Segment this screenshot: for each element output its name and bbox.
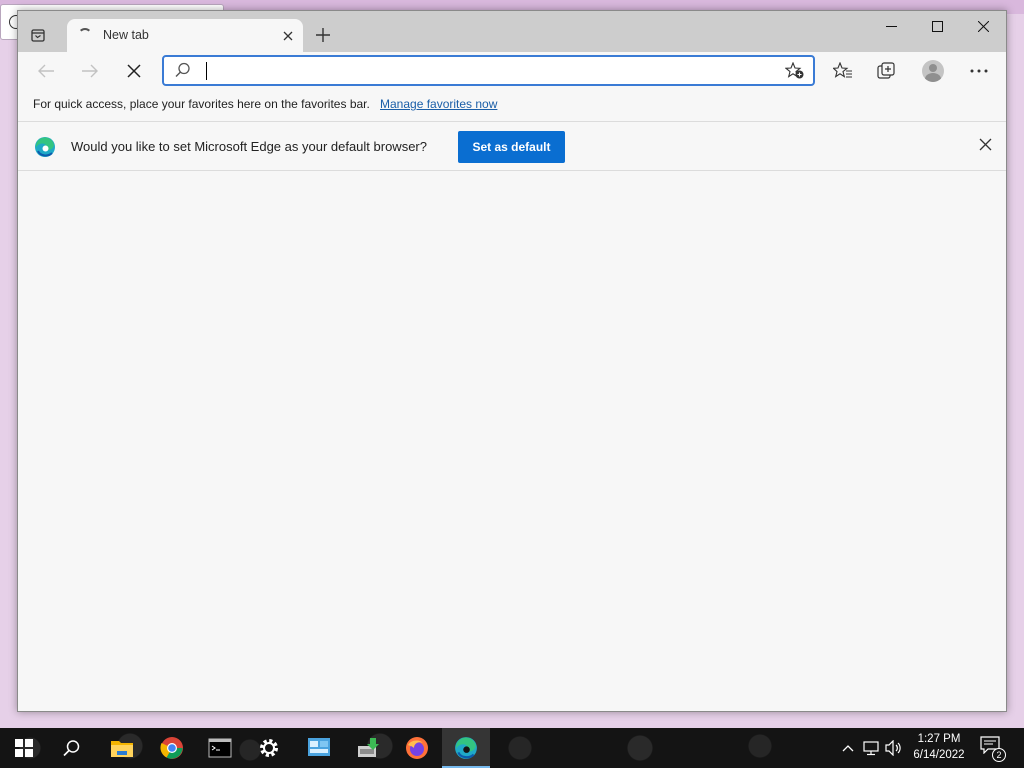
taskbar-control-panel[interactable] <box>295 728 343 768</box>
tab-strip: New tab <box>18 11 1006 52</box>
taskbar: 1:27 PM 6/14/2022 2 <box>0 728 1024 768</box>
text-caret <box>206 62 207 80</box>
file-explorer-icon <box>111 741 133 757</box>
set-as-default-button[interactable]: Set as default <box>458 131 565 163</box>
action-center-button[interactable]: 2 <box>980 736 1006 762</box>
taskbar-firefox[interactable] <box>393 728 441 768</box>
edge-logo-icon <box>34 136 56 163</box>
clock-date: 6/14/2022 <box>913 749 965 761</box>
installer-icon <box>358 738 379 757</box>
stop-loading-button[interactable] <box>120 58 148 84</box>
window-controls <box>868 11 1006 41</box>
address-bar[interactable] <box>162 55 815 86</box>
new-tab-button[interactable] <box>312 24 334 46</box>
tab-actions-icon[interactable] <box>28 25 48 45</box>
back-button[interactable] <box>32 58 60 84</box>
profile-avatar[interactable] <box>920 58 946 84</box>
notification-count-badge: 2 <box>992 748 1006 762</box>
clock-time: 1:27 PM <box>917 733 961 745</box>
taskbar-chrome[interactable] <box>148 728 196 768</box>
taskbar-edge[interactable] <box>442 728 490 768</box>
forward-button[interactable] <box>76 58 104 84</box>
firefox-icon <box>406 737 428 759</box>
edge-icon <box>455 737 477 759</box>
taskbar-installer[interactable] <box>344 728 392 768</box>
close-window-button[interactable] <box>960 11 1006 41</box>
volume-icon[interactable] <box>884 738 904 758</box>
default-browser-infobar: Would you like to set Microsoft Edge as … <box>18 121 1006 171</box>
manage-favorites-link[interactable]: Manage favorites now <box>380 97 497 111</box>
add-favorite-icon[interactable] <box>784 61 805 85</box>
favorites-bar: For quick access, place your favorites h… <box>18 90 1006 121</box>
search-icon <box>175 62 191 83</box>
close-tab-icon[interactable] <box>279 27 297 45</box>
page-content[interactable] <box>18 172 1006 711</box>
maximize-button[interactable] <box>914 11 960 41</box>
loading-spinner-icon <box>78 28 92 42</box>
show-hidden-icons[interactable] <box>838 738 858 758</box>
taskbar-settings[interactable] <box>245 728 293 768</box>
avatar <box>922 60 944 82</box>
address-input[interactable] <box>204 60 764 81</box>
browser-window: New tab For quick access, place your fav… <box>17 10 1007 712</box>
chrome-icon <box>160 737 183 759</box>
taskbar-terminal[interactable] <box>196 728 244 768</box>
close-infobar-icon[interactable] <box>979 138 992 156</box>
control-panel-icon <box>308 738 330 756</box>
start-icon <box>15 739 33 757</box>
settings-more-icon[interactable] <box>966 58 992 84</box>
search-icon <box>63 740 80 757</box>
infobar-prompt: Would you like to set Microsoft Edge as … <box>71 139 427 154</box>
taskbar-search-button[interactable] <box>48 728 96 768</box>
favorites-icon[interactable] <box>830 58 856 84</box>
favorites-bar-message: For quick access, place your favorites h… <box>33 97 370 111</box>
taskbar-clock[interactable]: 1:27 PM 6/14/2022 <box>904 731 974 765</box>
tab-new-tab[interactable]: New tab <box>67 19 303 52</box>
settings-icon <box>260 739 278 757</box>
collections-icon[interactable] <box>874 58 900 84</box>
start-button[interactable] <box>0 728 48 768</box>
network-icon[interactable] <box>862 738 882 758</box>
minimize-button[interactable] <box>868 11 914 41</box>
terminal-icon <box>208 738 232 758</box>
navigation-toolbar <box>18 52 1006 90</box>
taskbar-file-explorer[interactable] <box>98 728 146 768</box>
tab-title: New tab <box>103 28 149 42</box>
